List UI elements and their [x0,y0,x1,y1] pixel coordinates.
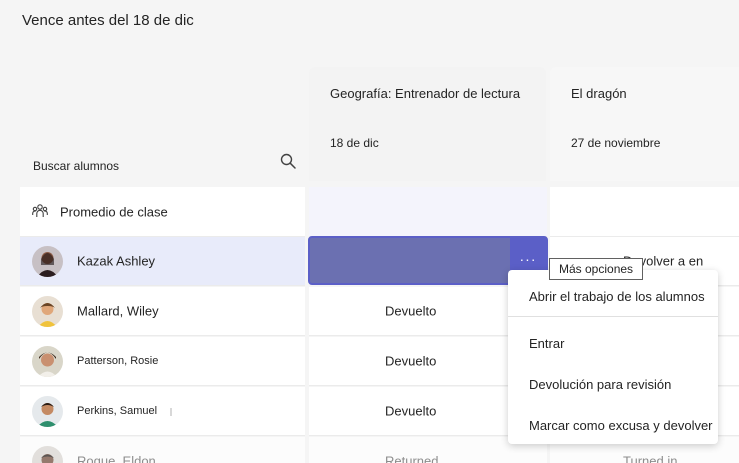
context-menu: Abrir el trabajo de los alumnos Entrar D… [508,270,718,444]
avatar [32,296,63,327]
class-average-cell [309,187,547,237]
student-row[interactable]: Perkins, Samuel [20,387,305,436]
row-marker [170,408,172,416]
student-row[interactable]: Roque, Eldon [20,437,305,463]
student-row[interactable]: Mallard, Wiley [20,287,305,336]
class-average-label: Promedio de clase [60,204,168,219]
search-students-label[interactable]: Buscar alumnos [33,159,119,173]
menu-item-open-student-work[interactable]: Abrir el trabajo de los alumnos [529,289,705,304]
student-name: Patterson, Rosie [77,355,159,367]
status-text: Devuelto [385,353,437,369]
student-name: Kazak Ashley [77,253,156,269]
student-name: Perkins, Samuel [77,405,158,417]
status-text: Devuelto [385,303,437,319]
menu-item-enter[interactable]: Entrar [529,336,564,351]
class-average-row[interactable]: Promedio de clase [20,187,305,237]
more-options-tooltip: Más opciones [549,258,644,280]
avatar [32,446,63,463]
assignment-header-geografia[interactable]: Geografía: Entrenador de lectura 18 de d… [309,67,546,181]
student-row[interactable]: Kazak Ashley [20,237,305,286]
people-icon [32,204,48,217]
class-average-cell [550,187,739,237]
student-row[interactable]: Patterson, Rosie [20,337,305,386]
assignment-date: 27 de noviembre [571,136,661,150]
student-name: Mallard, Wiley [77,303,159,319]
status-text: Returned [385,453,439,463]
student-name: Roque, Eldon [77,453,156,463]
avatar [32,246,63,277]
assignment-title: El dragón [571,86,627,101]
assignment-header-el-dragon[interactable]: El dragón 27 de noviembre [550,67,739,181]
menu-item-excuse-and-return[interactable]: Marcar como excusa y devolver [529,418,713,433]
menu-item-return-for-revision[interactable]: Devolución para revisión [529,377,671,392]
search-icon[interactable] [280,153,296,169]
menu-divider [508,316,718,317]
avatar [32,346,63,377]
assignment-title: Geografía: Entrenador de lectura [330,86,521,101]
avatar [32,396,63,427]
due-date-heading: Vence antes del 18 de dic [22,12,194,29]
assignment-date: 18 de dic [330,136,379,150]
status-text: Turned in [623,453,678,463]
status-text: Devuelto [385,403,437,419]
